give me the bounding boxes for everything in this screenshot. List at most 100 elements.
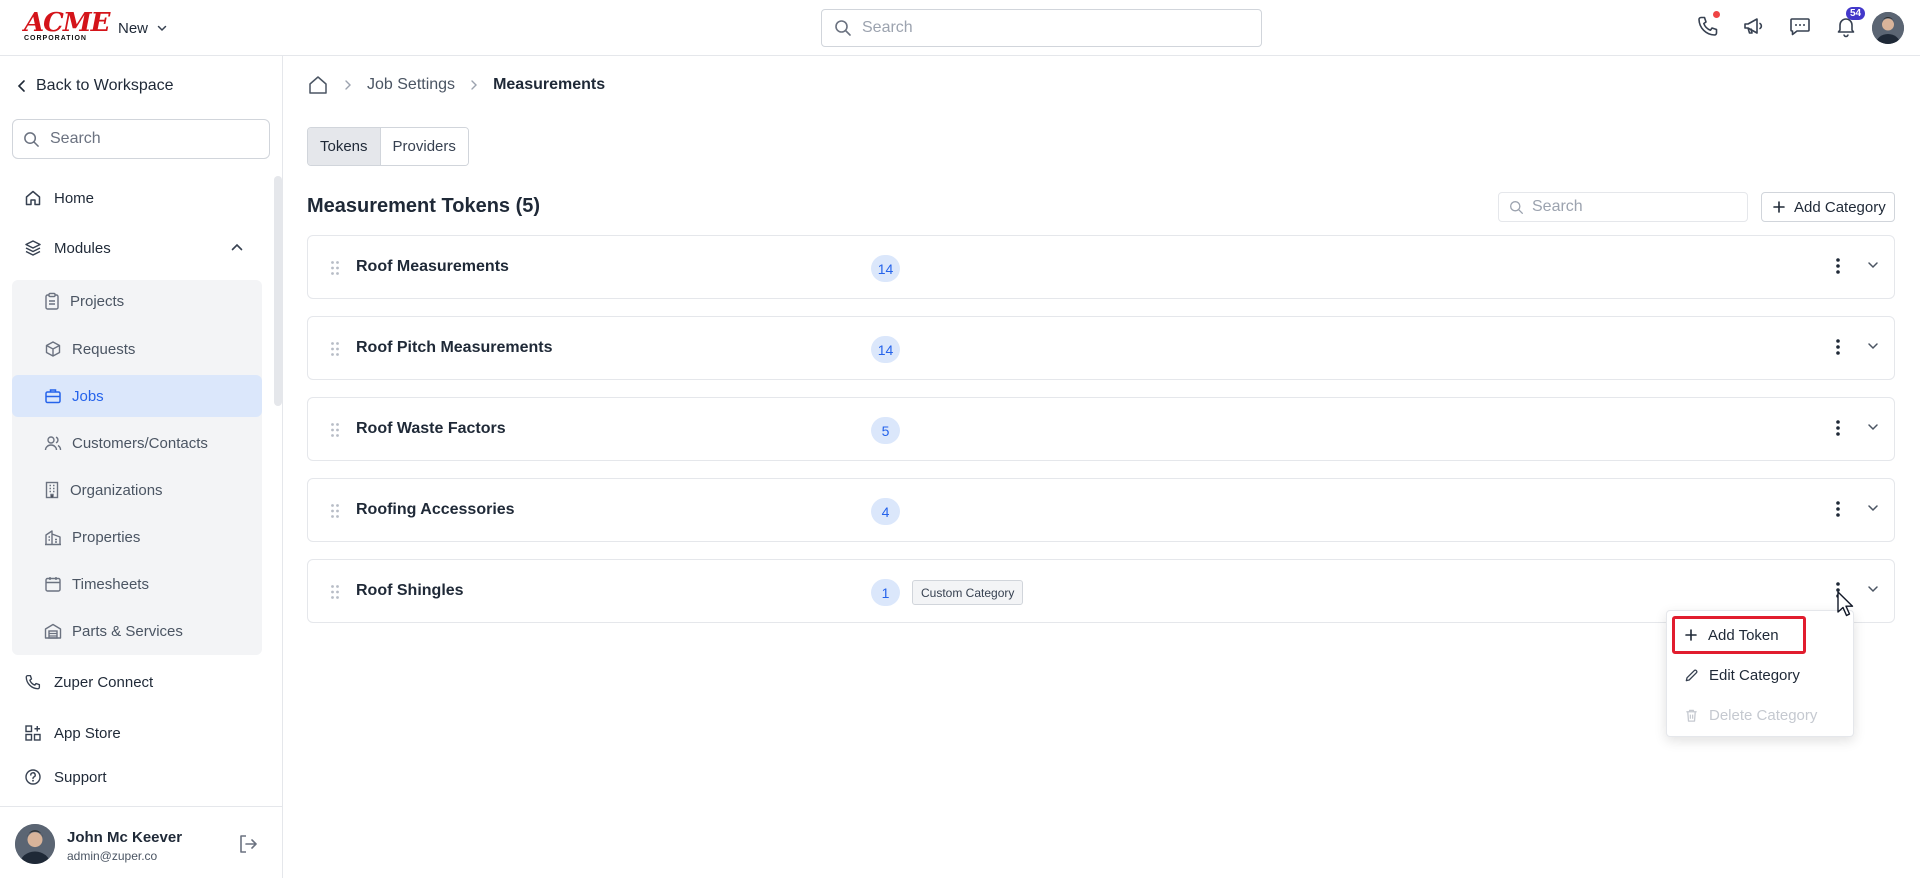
- avatar[interactable]: [15, 824, 55, 864]
- breadcrumb: Job Settings Measurements: [307, 74, 605, 96]
- token-count-badge: 14: [871, 336, 900, 363]
- chevron-up-icon[interactable]: [230, 240, 244, 254]
- sidebar-item-requests[interactable]: Requests: [12, 328, 262, 370]
- category-search-input[interactable]: [1532, 198, 1732, 216]
- sidebar-item-organizations[interactable]: Organizations: [12, 469, 262, 511]
- sidebar-item-label: Customers/Contacts: [72, 434, 208, 452]
- trash-icon: [1684, 708, 1699, 723]
- sidebar-item-projects[interactable]: Projects: [12, 280, 262, 322]
- category-row[interactable]: Roof Shingles 1 Custom Category: [307, 559, 1895, 623]
- back-to-workspace-link[interactable]: Back to Workspace: [16, 77, 174, 95]
- drag-handle-icon[interactable]: [330, 422, 340, 438]
- user-avatar[interactable]: [1872, 12, 1904, 44]
- logo-text: ACME: [24, 8, 110, 38]
- global-search-input[interactable]: [862, 19, 1242, 37]
- sidebar-item-home[interactable]: Home: [12, 178, 262, 218]
- sidebar-item-zuper-connect[interactable]: Zuper Connect: [12, 662, 262, 702]
- user-name: John Mc Keever: [67, 829, 183, 846]
- sidebar-item-label: Support: [54, 768, 107, 786]
- top-bar: ACME CORPORATION New 54: [0, 0, 1920, 56]
- sidebar-item-app-store[interactable]: App Store: [12, 713, 262, 753]
- sidebar-item-label: Home: [54, 189, 95, 207]
- warehouse-icon: [44, 622, 62, 640]
- sidebar-scrollbar[interactable]: [274, 176, 282, 406]
- megaphone-icon[interactable]: [1742, 14, 1766, 38]
- sidebar-item-customers-contacts[interactable]: Customers/Contacts: [12, 422, 262, 464]
- chevron-down-icon[interactable]: [1866, 258, 1880, 272]
- category-row[interactable]: Roofing Accessories 4: [307, 478, 1895, 542]
- chevron-down-icon[interactable]: [1866, 501, 1880, 515]
- drag-handle-icon[interactable]: [330, 341, 340, 357]
- chevron-left-icon: [16, 79, 28, 93]
- chevron-right-icon: [469, 79, 479, 91]
- phone-icon: [24, 673, 42, 691]
- chevron-down-icon[interactable]: [1866, 420, 1880, 434]
- tab-providers[interactable]: Providers: [380, 128, 468, 165]
- category-row[interactable]: Roof Pitch Measurements 14: [307, 316, 1895, 380]
- breadcrumb-job-settings[interactable]: Job Settings: [367, 76, 455, 94]
- category-name: Roof Measurements: [356, 258, 509, 275]
- sidebar-item-label: Modules: [54, 239, 111, 257]
- sidebar-item-label: Requests: [72, 340, 136, 358]
- header-actions: 54: [1696, 7, 1866, 38]
- layers-icon: [24, 239, 42, 257]
- help-circle-icon: [24, 768, 42, 786]
- logo-subtext: CORPORATION: [24, 35, 87, 42]
- sidebar-item-jobs[interactable]: Jobs: [12, 375, 262, 417]
- property-icon: [44, 528, 62, 546]
- drag-handle-icon[interactable]: [330, 503, 340, 519]
- category-row[interactable]: Roof Waste Factors 5: [307, 397, 1895, 461]
- sidebar-item-label: Timesheets: [72, 575, 149, 593]
- new-label: New: [118, 19, 149, 37]
- token-count-badge: 5: [871, 417, 900, 444]
- category-row[interactable]: Roof Measurements 14: [307, 235, 1895, 299]
- sidebar-item-timesheets[interactable]: Timesheets: [12, 563, 262, 605]
- edit-category-label: Edit Category: [1709, 666, 1800, 684]
- category-name: Roof Shingles: [356, 582, 464, 599]
- more-options-icon[interactable]: [1835, 337, 1841, 357]
- sidebar-item-support[interactable]: Support: [12, 757, 262, 797]
- sidebar-item-label: Jobs: [72, 387, 104, 405]
- home-icon[interactable]: [307, 74, 329, 96]
- sidebar-item-label: Projects: [70, 292, 125, 310]
- bell-icon[interactable]: 54: [1834, 7, 1866, 38]
- sidebar-search[interactable]: [12, 119, 270, 159]
- edit-category-menu-item[interactable]: Edit Category: [1672, 656, 1850, 694]
- sidebar: Back to Workspace Home Modules Projects …: [0, 56, 283, 878]
- sidebar-item-parts-services[interactable]: Parts & Services: [12, 610, 262, 652]
- new-dropdown-button[interactable]: New: [118, 17, 168, 39]
- global-search[interactable]: [821, 9, 1262, 47]
- more-options-icon[interactable]: [1835, 256, 1841, 276]
- tab-tokens[interactable]: Tokens: [308, 128, 381, 165]
- notification-count-badge: 54: [1846, 7, 1866, 20]
- chevron-down-icon: [156, 22, 168, 34]
- add-category-label: Add Category: [1794, 198, 1886, 216]
- home-icon: [24, 189, 42, 207]
- back-to-workspace-label: Back to Workspace: [36, 77, 174, 94]
- building-icon: [44, 481, 60, 499]
- sidebar-item-modules[interactable]: Modules: [12, 228, 262, 268]
- token-count-badge: 14: [871, 255, 900, 282]
- custom-category-tag: Custom Category: [912, 580, 1024, 605]
- chevron-down-icon[interactable]: [1866, 582, 1880, 596]
- chat-icon[interactable]: [1788, 14, 1812, 38]
- add-category-button[interactable]: Add Category: [1761, 192, 1895, 222]
- phone-icon[interactable]: [1696, 11, 1720, 38]
- chevron-down-icon[interactable]: [1866, 339, 1880, 353]
- sidebar-item-label: App Store: [54, 724, 121, 742]
- user-email: admin@zuper.co: [67, 849, 158, 863]
- drag-handle-icon[interactable]: [330, 260, 340, 276]
- phone-alert-dot: [1713, 11, 1720, 18]
- drag-handle-icon[interactable]: [330, 584, 340, 600]
- logout-icon[interactable]: [237, 833, 259, 855]
- chevron-right-icon: [343, 79, 353, 91]
- sidebar-item-properties[interactable]: Properties: [12, 516, 262, 558]
- add-token-menu-item[interactable]: Add Token: [1672, 616, 1806, 654]
- sidebar-search-input[interactable]: [50, 130, 250, 148]
- plus-icon: [1684, 628, 1698, 642]
- more-options-icon[interactable]: [1835, 418, 1841, 438]
- acme-logo[interactable]: ACME CORPORATION: [24, 8, 110, 42]
- more-options-icon[interactable]: [1835, 499, 1841, 519]
- calendar-icon: [44, 575, 62, 593]
- category-search[interactable]: [1498, 192, 1748, 222]
